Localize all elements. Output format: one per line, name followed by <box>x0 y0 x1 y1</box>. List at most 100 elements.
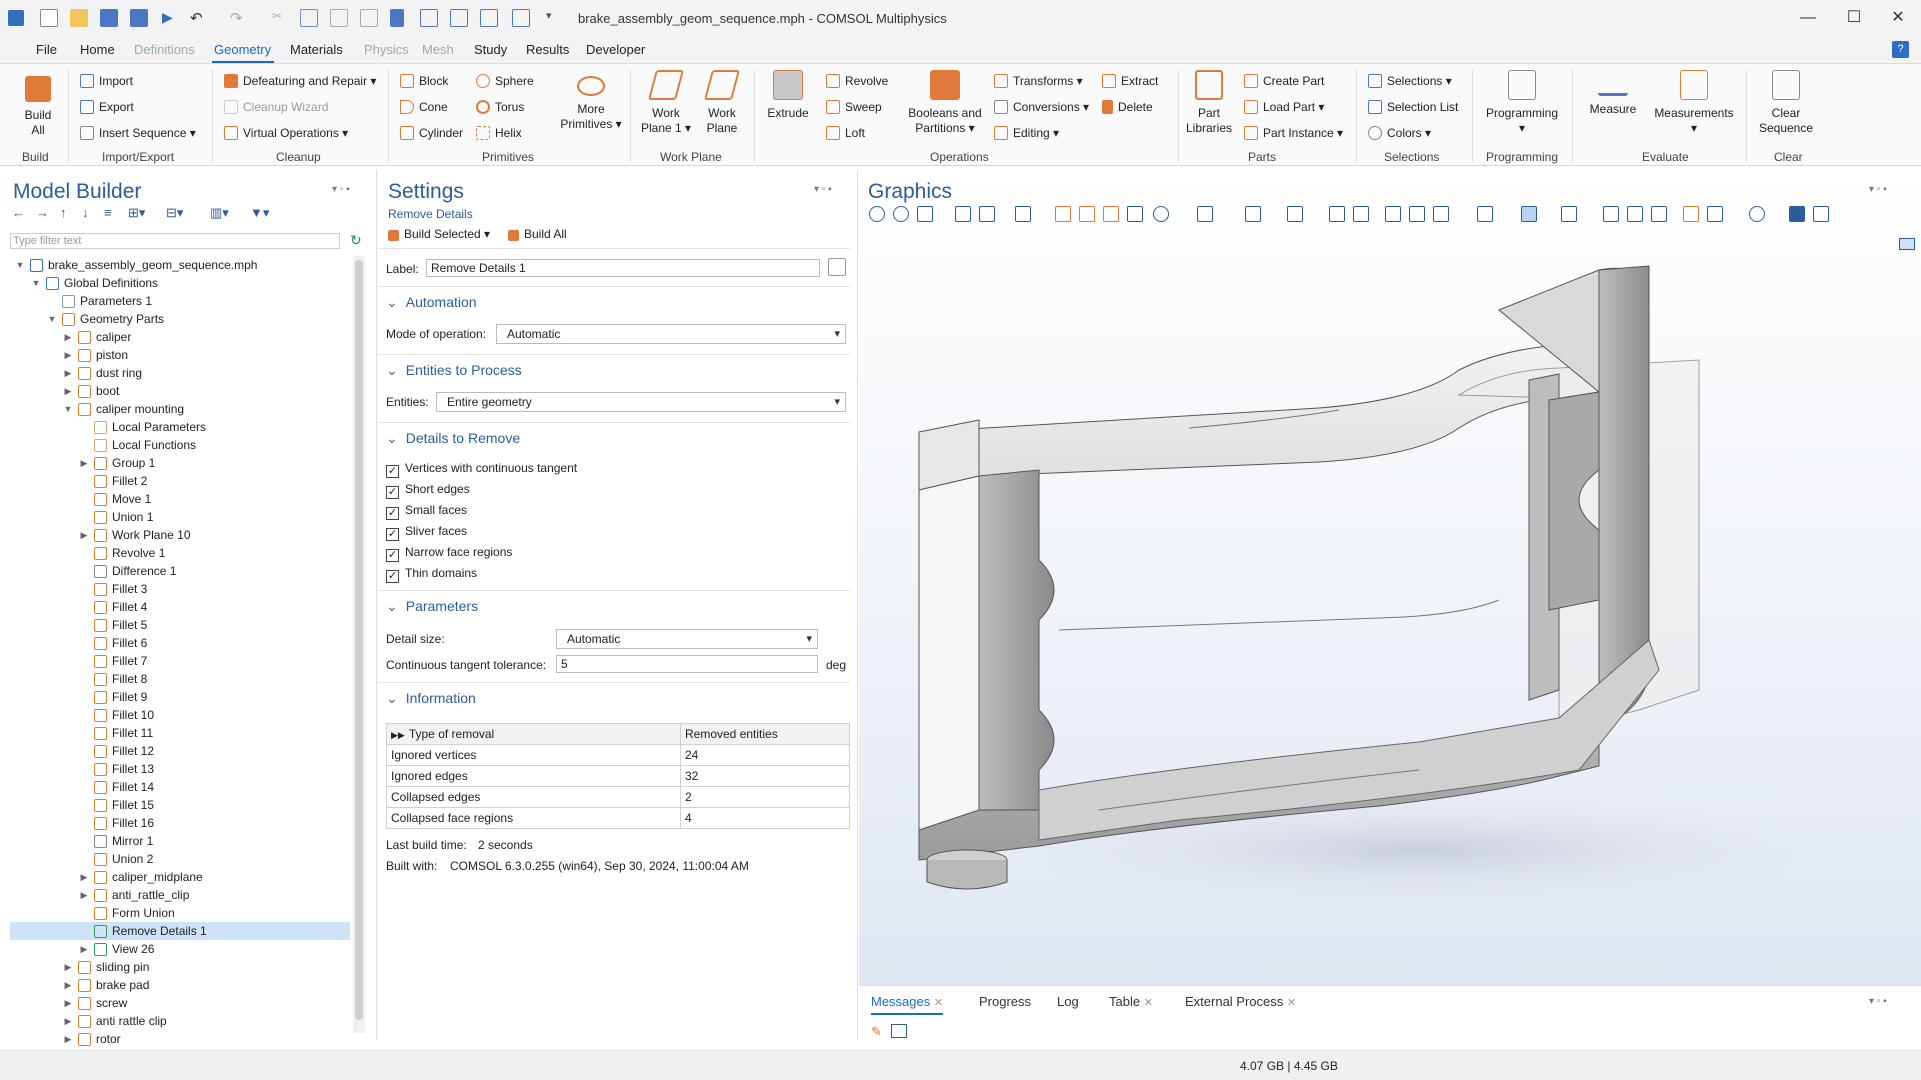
tab-progress[interactable]: Progress <box>979 994 1031 1009</box>
tree-node[interactable]: Mirror 1 <box>10 832 350 850</box>
pane-menu-icon[interactable]: ▾ ▫ ▪ <box>814 184 832 195</box>
close-tab-icon[interactable]: ✕ <box>1287 997 1296 1009</box>
entities-select[interactable]: Entire geometry <box>436 392 846 412</box>
copy-icon[interactable] <box>300 9 318 27</box>
tree-node[interactable]: ▶ piston <box>10 346 350 364</box>
loft-button[interactable]: Loft <box>826 126 865 140</box>
expand-chevron-icon[interactable]: ▶ <box>62 346 74 364</box>
load-part-button[interactable]: Load Part ▾ <box>1244 100 1324 114</box>
checkbox-checked-icon[interactable]: ✓ <box>386 507 399 520</box>
close-tab-icon[interactable]: ✕ <box>1144 997 1153 1009</box>
import-button[interactable]: Import <box>80 74 133 88</box>
tree-node[interactable]: Local Functions <box>10 436 350 454</box>
back-arrow-icon[interactable]: ← <box>12 206 28 220</box>
tab-messages[interactable]: Messages ✕ <box>871 994 944 1015</box>
collapse-chevron-icon[interactable]: ▼ <box>46 310 58 328</box>
measurements-button[interactable]: Measurements ▾ <box>1652 70 1736 136</box>
sphere-button[interactable]: Sphere <box>476 74 534 88</box>
torus-button[interactable]: Torus <box>476 100 524 114</box>
menu-physics[interactable]: Physics <box>364 42 409 57</box>
expand-chevron-icon[interactable]: ▶ <box>62 382 74 400</box>
duplicate-icon[interactable] <box>360 9 378 27</box>
part-libraries-button[interactable]: Part Libraries <box>1186 70 1232 136</box>
minimize-button[interactable]: — <box>1788 6 1828 30</box>
cut-icon[interactable]: ✂ <box>272 9 290 27</box>
cone-button[interactable]: Cone <box>400 100 448 114</box>
tree-node[interactable]: Difference 1 <box>10 562 350 580</box>
tree-node[interactable]: Remove Details 1 <box>10 922 350 940</box>
filter-icon[interactable]: ▼▾ <box>250 206 269 220</box>
part-instance-button[interactable]: Part Instance ▾ <box>1244 126 1343 140</box>
move-up-icon[interactable]: ↑ <box>60 206 76 220</box>
collapse-chevron-icon[interactable]: ▼ <box>62 400 74 418</box>
programming-button[interactable]: Programming ▾ <box>1484 70 1560 136</box>
tree-node[interactable]: Fillet 13 <box>10 760 350 778</box>
tree-node[interactable]: Fillet 5 <box>10 616 350 634</box>
collapse-chevron-icon[interactable]: ▼ <box>30 274 42 292</box>
defeaturing-button[interactable]: Defeaturing and Repair ▾ <box>224 74 376 88</box>
tolerance-field[interactable]: 5 <box>556 655 818 673</box>
checkbox-narrow-face-regions[interactable]: ✓ Narrow face regions <box>386 545 512 562</box>
close-window-button[interactable]: ✕ <box>1878 6 1918 30</box>
expand-chevron-icon[interactable]: ▶ <box>62 1030 74 1048</box>
delete-entities-button[interactable]: Delete <box>1102 100 1153 114</box>
tree-node[interactable]: ▶ caliper_midplane <box>10 868 350 886</box>
collapse-chevron-icon[interactable]: ▼ <box>14 256 26 274</box>
transforms-button[interactable]: Transforms ▾ <box>994 74 1083 88</box>
menu-materials[interactable]: Materials <box>290 42 343 57</box>
help-icon[interactable]: ? <box>1892 41 1909 58</box>
move-down-icon[interactable]: ↓ <box>82 206 98 220</box>
table-icon[interactable] <box>512 9 530 27</box>
expand-chevron-icon[interactable]: ▶ <box>62 364 74 382</box>
tree-node[interactable]: Fillet 6 <box>10 634 350 652</box>
checkbox-checked-icon[interactable]: ✓ <box>386 486 399 499</box>
menu-home[interactable]: Home <box>80 42 115 57</box>
label-options-icon[interactable] <box>828 258 846 276</box>
tree-node[interactable]: ▶ caliper <box>10 328 350 346</box>
paste-icon[interactable] <box>330 9 348 27</box>
cleanup-wizard-button[interactable]: Cleanup Wizard <box>224 100 328 114</box>
tree-node[interactable]: Move 1 <box>10 490 350 508</box>
clear-sequence-button[interactable]: Clear Sequence <box>1758 70 1814 136</box>
undo-icon[interactable]: ↶ <box>190 9 208 27</box>
tree-node[interactable]: ▼ Geometry Parts <box>10 310 350 328</box>
menu-study[interactable]: Study <box>474 42 507 57</box>
tree-node[interactable]: Fillet 11 <box>10 724 350 742</box>
show-icon[interactable]: ≡ <box>104 206 120 220</box>
expand-chevron-icon[interactable]: ▶ <box>78 868 90 886</box>
work-plane-button[interactable]: Work Plane <box>698 70 746 136</box>
tree-node[interactable]: Fillet 7 <box>10 652 350 670</box>
measure-button[interactable]: Measure <box>1586 70 1640 117</box>
cylinder-button[interactable]: Cylinder <box>400 126 463 140</box>
expand-chevron-icon[interactable]: ▶ <box>78 526 90 544</box>
revolve-button[interactable]: Revolve <box>826 74 888 88</box>
helix-button[interactable]: Helix <box>476 126 522 140</box>
checkbox-checked-icon[interactable]: ✓ <box>386 549 399 562</box>
maximize-button[interactable]: ☐ <box>1834 6 1874 30</box>
tree-node[interactable]: Form Union <box>10 904 350 922</box>
selection-list-button[interactable]: Selection List <box>1368 100 1458 114</box>
tree-node[interactable]: Fillet 4 <box>10 598 350 616</box>
checkbox-thin-domains[interactable]: ✓ Thin domains <box>386 566 477 583</box>
section-automation[interactable]: Automation <box>386 294 477 311</box>
more-primitives-button[interactable]: More Primitives ▾ <box>556 76 626 132</box>
menu-developer[interactable]: Developer <box>586 42 645 57</box>
build-all-button[interactable]: Build All <box>18 76 58 138</box>
tab-external-process[interactable]: External Process ✕ <box>1185 994 1296 1009</box>
expand-icon[interactable]: ⊞▾ <box>128 206 145 220</box>
tree-scrollbar[interactable] <box>353 256 365 1033</box>
booleans-partitions-button[interactable]: Booleans and Partitions ▾ <box>904 70 986 136</box>
save-icon[interactable] <box>100 9 118 27</box>
detail-size-select[interactable]: Automatic <box>556 629 818 649</box>
pane-menu-icon[interactable]: ▾ ▫ ▪ <box>1869 996 1887 1007</box>
tree-node[interactable]: Fillet 8 <box>10 670 350 688</box>
checkbox-small-faces[interactable]: ✓ Small faces <box>386 503 467 520</box>
open-folder-icon[interactable] <box>70 9 88 27</box>
section-parameters[interactable]: Parameters <box>386 598 478 615</box>
scrollbar-thumb[interactable] <box>355 260 363 1020</box>
tree-node[interactable]: ▶ Work Plane 10 <box>10 526 350 544</box>
menu-geometry[interactable]: Geometry <box>214 42 271 57</box>
checkbox-vertices-continuous-tangent[interactable]: ✓ Vertices with continuous tangent <box>386 461 577 478</box>
checkbox-checked-icon[interactable]: ✓ <box>386 465 399 478</box>
close-tab-icon[interactable]: ✕ <box>934 997 943 1009</box>
